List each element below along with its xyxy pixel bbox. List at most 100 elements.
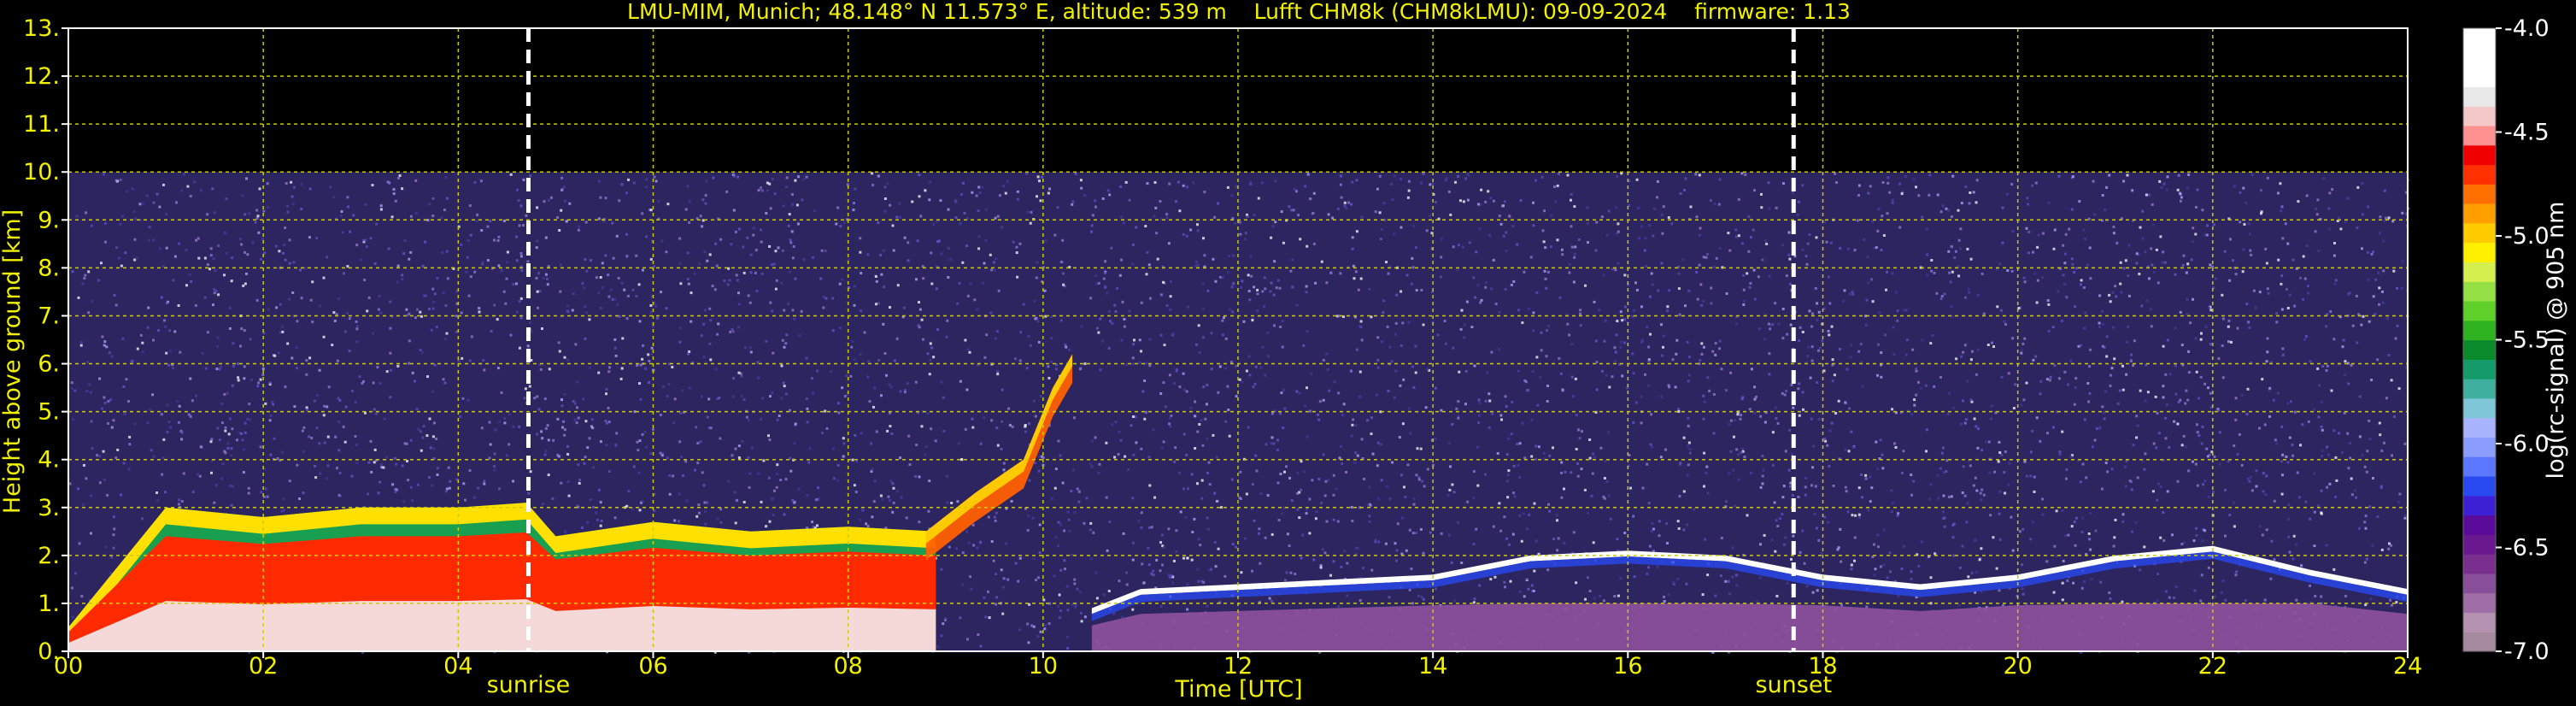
noise-speck (1678, 495, 1681, 497)
noise-speck (1484, 200, 1488, 203)
noise-speck (2104, 209, 2107, 212)
noise-speck (1915, 368, 1918, 370)
noise-speck (1322, 398, 1325, 402)
noise-speck (861, 509, 865, 512)
noise-speck (984, 239, 988, 243)
noise-speck (2403, 516, 2407, 520)
noise-speck (100, 262, 103, 265)
noise-speck (1842, 299, 1845, 303)
noise-speck (880, 273, 883, 276)
noise-speck (1297, 214, 1300, 217)
noise-speck (2003, 471, 2006, 474)
noise-speck (654, 179, 658, 183)
noise-speck (1773, 501, 1776, 504)
noise-speck (2083, 327, 2086, 330)
noise-speck (877, 359, 881, 362)
noise-speck (1200, 497, 1204, 500)
noise-speck (264, 487, 267, 491)
noise-speck (1206, 604, 1209, 608)
noise-speck (2281, 237, 2285, 240)
noise-speck (1979, 491, 1982, 495)
noise-speck (1035, 276, 1038, 279)
noise-speck (649, 257, 653, 261)
noise-speck (1662, 334, 1665, 338)
noise-speck (483, 482, 486, 485)
noise-speck (343, 440, 347, 444)
noise-speck (1894, 446, 1898, 449)
noise-speck (772, 178, 774, 180)
noise-speck (979, 644, 983, 648)
noise-speck (1095, 327, 1099, 330)
noise-speck (746, 236, 749, 239)
noise-speck (1457, 416, 1460, 420)
noise-speck (1494, 303, 1498, 306)
noise-speck (470, 335, 473, 338)
noise-speck (1570, 198, 1572, 202)
noise-speck (336, 359, 339, 362)
noise-speck (1380, 228, 1383, 231)
noise-speck (1484, 285, 1488, 289)
noise-speck (1623, 305, 1627, 309)
noise-speck (1038, 179, 1041, 183)
noise-speck (241, 438, 244, 442)
noise-speck (648, 381, 651, 384)
noise-speck (1857, 486, 1861, 490)
noise-speck (566, 310, 570, 314)
noise-speck (2092, 445, 2094, 449)
noise-speck (1206, 471, 1209, 474)
noise-speck (2224, 488, 2227, 491)
noise-speck (544, 236, 548, 239)
noise-speck (1414, 371, 1417, 374)
noise-speck (1150, 526, 1153, 529)
noise-speck (562, 420, 565, 423)
noise-speck (1533, 502, 1536, 505)
noise-speck (2201, 539, 2204, 543)
noise-speck (240, 243, 244, 246)
noise-speck (1140, 527, 1143, 529)
noise-speck (1998, 262, 2002, 266)
noise-speck (1676, 520, 1680, 523)
noise-speck (2320, 425, 2323, 428)
noise-speck (1079, 179, 1083, 182)
noise-speck (1943, 471, 1946, 474)
noise-speck (1827, 521, 1830, 524)
noise-speck (618, 199, 621, 203)
noise-speck (288, 238, 291, 242)
noise-speck (981, 281, 984, 285)
noise-speck (272, 403, 274, 406)
noise-speck (1968, 202, 1971, 205)
noise-speck (977, 185, 981, 189)
noise-speck (1393, 396, 1396, 399)
noise-speck (1404, 496, 1407, 498)
noise-speck (2164, 416, 2168, 420)
noise-speck (2109, 300, 2112, 303)
noise-speck (1744, 173, 1747, 176)
noise-speck (1881, 467, 1885, 470)
noise-speck (2326, 364, 2329, 368)
noise-speck (2361, 247, 2363, 250)
noise-speck (1281, 345, 1284, 349)
noise-speck (77, 487, 80, 491)
noise-speck (1407, 321, 1411, 324)
noise-speck (1885, 288, 1887, 291)
noise-speck (2086, 382, 2090, 385)
noise-speck (911, 200, 914, 203)
noise-speck (1939, 376, 1942, 379)
noise-speck (563, 392, 566, 396)
noise-speck (1206, 437, 1209, 440)
noise-speck (1353, 461, 1357, 464)
noise-speck (2221, 293, 2224, 297)
noise-speck (2206, 455, 2209, 458)
noise-speck (1350, 506, 1353, 509)
noise-speck (1629, 486, 1632, 490)
noise-speck (797, 487, 801, 491)
noise-speck (641, 212, 644, 215)
noise-speck (2316, 504, 2320, 508)
noise-speck (1798, 414, 1801, 417)
noise-speck (196, 473, 199, 476)
noise-speck (1368, 515, 1371, 518)
noise-speck (1273, 324, 1276, 327)
noise-speck (1867, 191, 1870, 195)
noise-speck (373, 448, 377, 451)
noise-speck (260, 257, 262, 261)
